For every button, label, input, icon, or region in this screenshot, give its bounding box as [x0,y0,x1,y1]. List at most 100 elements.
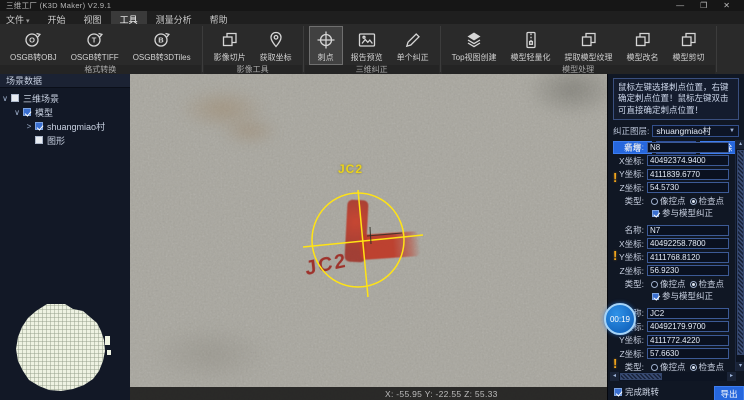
x-field[interactable]: 40492179.9700 [647,321,729,332]
caret-icon[interactable]: > [24,122,34,131]
tree-item-shuangmiao[interactable]: > shuangmiao村 [0,119,130,133]
checkbox-3d-scene[interactable] [11,94,19,102]
y-field[interactable]: 4111772.4220 [647,335,729,346]
divider [440,26,441,72]
get-coordinates-button[interactable]: 获取坐标 [254,26,298,65]
layer-select[interactable]: shuangmiao村 ▼ [652,125,739,137]
menu-measure-analysis[interactable]: 测量分析 [147,11,201,24]
close-icon[interactable]: ✕ [723,1,730,11]
name-field[interactable]: N7 [647,225,729,236]
finish-jump-checkbox[interactable] [614,388,622,396]
menu-start[interactable]: 开始 [39,11,75,24]
checkbox-shuangmiao[interactable] [35,122,43,130]
correction-panel: 鼠标左键选择刺点位置，右键确定刺点位置！鼠标左键双击可直接确定刺点位置！ 纠正图… [607,74,744,400]
radio-gcp[interactable] [651,364,658,371]
vertical-scrollbar[interactable]: ▴ ▾ [735,140,744,371]
z-field[interactable]: 56.9230 [647,265,729,276]
copy-icon [578,29,600,51]
scroll-right-icon[interactable]: ▸ [727,372,736,381]
point-group: 名称:N7 X坐标:40492258.7800 Y坐标:4111768.8120… [610,224,736,302]
scrollbar-thumb[interactable] [737,150,744,355]
osgb-to-obj-button[interactable]: O OSGB转OBJ [4,26,63,65]
radio-gcp[interactable] [651,281,658,288]
viewport-status-bar: X: -55.95 Y: -22.55 Z: 55.33 [130,387,607,400]
radio-checkpoint[interactable] [690,281,697,288]
report-preview-button[interactable]: 报告预览 [345,26,389,65]
model-clip-button[interactable]: 模型剪切 [667,26,711,65]
checkbox-graphics[interactable] [35,136,43,144]
menu-view[interactable]: 视图 [75,11,111,24]
y-field[interactable]: 4111839.6770 [647,169,729,180]
scroll-left-icon[interactable]: ◂ [610,372,619,381]
maximize-icon[interactable]: ❐ [700,1,707,11]
participate-checkbox[interactable] [652,210,659,217]
warning-icon: ! [613,170,617,185]
point-label: JC2 [338,162,363,176]
single-correction-button[interactable]: 单个纠正 [391,26,435,65]
scene-data-panel: 场景数据 ∨ 三维场景 ∨ 模型 > shuangmiao村 图形 [0,74,130,400]
menu-bar: 文件▾ 开始 视图 工具 测量分析 帮助 [0,11,744,24]
caret-icon[interactable]: ∨ [0,94,10,103]
group-model-processing: Top视图创建 模型轻量化 提取模型纹理 模型改名 [442,24,715,74]
scroll-up-icon[interactable]: ▴ [736,140,744,149]
x-field[interactable]: 40492258.7800 [647,238,729,249]
footprint-fragment [107,350,111,355]
horizontal-scrollbar[interactable]: ◂ ▸ [610,372,736,381]
title-bar: 三维工厂 (K3D Maker) V2.9.1 — ❐ ✕ [0,0,744,11]
convert-b-icon: B [151,29,173,51]
target-icon [315,29,337,51]
radio-checkpoint[interactable] [690,364,697,371]
svg-text:T: T [91,36,96,45]
report-preview-icon [356,29,378,51]
radio-gcp[interactable] [651,198,658,205]
image-slice-button[interactable]: 影像切片 [208,26,252,65]
minimize-icon[interactable]: — [676,1,684,11]
top-view-create-button[interactable]: Top视图创建 [446,26,503,65]
hint-text: 鼠标左键选择刺点位置，右键确定刺点位置！鼠标左键双击可直接确定刺点位置！ [613,78,739,120]
layers-icon [463,29,485,51]
layer-label: 纠正图层: [613,125,649,137]
x-field[interactable]: 40492374.9400 [647,155,729,166]
export-button[interactable]: 导出 [714,386,744,400]
osgb-to-tiff-button[interactable]: T OSGB转TIFF [65,26,125,65]
window-title: 三维工厂 (K3D Maker) V2.9.1 [0,0,111,11]
copy-icon [678,29,700,51]
scene-tree: ∨ 三维场景 ∨ 模型 > shuangmiao村 图形 [0,88,130,147]
copy-icon [632,29,654,51]
menu-file[interactable]: 文件▾ [0,11,39,24]
photo-viewport[interactable]: JC2 JC2 X: -55.95 Y: -22.55 Z: 55.33 [130,74,607,400]
extract-texture-button[interactable]: 提取模型纹理 [559,26,619,65]
osgb-to-3dtiles-button[interactable]: B OSGB转3DTiles [127,26,197,65]
timer-badge: 00:19 [604,303,636,335]
caret-icon[interactable]: ∨ [12,108,22,117]
y-field[interactable]: 4111768.8120 [647,252,729,263]
name-field[interactable]: N8 [647,142,729,153]
radio-checkpoint[interactable] [690,198,697,205]
location-pin-icon [265,29,287,51]
menu-help[interactable]: 帮助 [201,11,237,24]
z-field[interactable]: 57.6630 [647,348,729,359]
participate-checkbox[interactable] [652,293,659,300]
model-rename-button[interactable]: 模型改名 [621,26,665,65]
name-field[interactable]: JC2 [647,308,729,319]
image-slice-icon [219,29,241,51]
model-lightweight-button[interactable]: 模型轻量化 [505,26,557,65]
pencil-icon [402,29,424,51]
svg-text:O: O [29,36,35,45]
scroll-down-icon[interactable]: ▾ [736,362,744,371]
pointcloud-footprint [10,302,114,398]
control-point-list[interactable]: 名称:N8 X坐标:40492374.9400 Y坐标:4111839.6770… [608,140,736,371]
z-field[interactable]: 54.5730 [647,182,729,193]
tree-item-model[interactable]: ∨ 模型 [0,105,130,119]
checkbox-model[interactable] [23,108,31,116]
svg-text:B: B [158,36,164,45]
pick-point-button[interactable]: 刺点 [309,26,343,65]
tree-item-3d-scene[interactable]: ∨ 三维场景 [0,91,130,105]
scrollbar-thumb[interactable] [620,373,662,380]
warning-icon: ! [613,248,617,263]
footprint-fragment [105,336,110,345]
app-window: 三维工厂 (K3D Maker) V2.9.1 — ❐ ✕ 文件▾ 开始 视图 … [0,0,744,400]
tree-item-graphics[interactable]: 图形 [0,133,130,147]
overview-minimap[interactable] [10,302,114,398]
menu-tools[interactable]: 工具 [111,11,147,24]
